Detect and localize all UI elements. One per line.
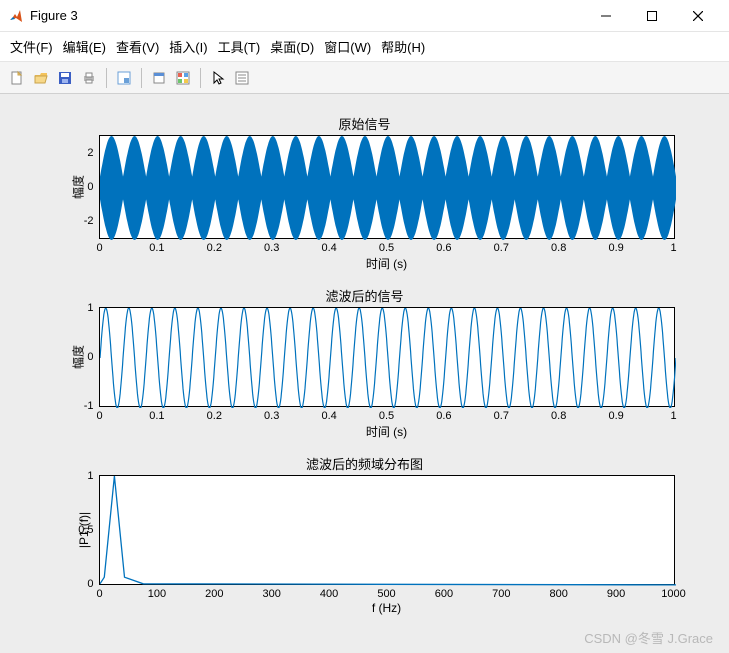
new-file-icon[interactable] (6, 67, 28, 89)
ytick: -1 (84, 400, 94, 412)
ytick: 0.5 (78, 524, 93, 536)
subplot-spectrum: 滤波后的频域分布图 |P1₁(f)| 1 0.5 0 0 100 200 300… (55, 454, 675, 615)
xtick: 300 (263, 588, 281, 600)
xtick: 0.9 (608, 410, 623, 422)
xtick: 0.1 (149, 242, 164, 254)
xtick: 0.3 (264, 410, 279, 422)
menu-help[interactable]: 帮助(H) (377, 35, 429, 58)
xtick: 0.2 (207, 242, 222, 254)
xtick: 0.5 (379, 410, 394, 422)
data-cursor-icon[interactable] (113, 67, 135, 89)
xtick: 1000 (661, 588, 685, 600)
chart-title: 原始信号 (55, 114, 675, 133)
window-title: Figure 3 (30, 8, 583, 23)
figure-area: 原始信号 幅度 2 0 -2 0 0.1 0.2 0.3 0.4 0.5 0.6… (0, 94, 729, 653)
y-axis-label: 幅度 (69, 345, 86, 369)
print-icon[interactable] (78, 67, 100, 89)
xtick: 0.6 (436, 242, 451, 254)
ytick: 0 (87, 351, 93, 363)
xtick: 800 (550, 588, 568, 600)
chart-canvas-spectrum[interactable] (100, 476, 676, 586)
minimize-button[interactable] (583, 0, 629, 32)
subplot-filtered-signal: 滤波后的信号 幅度 1 0 -1 0 0.1 0.2 0.3 0.4 0.5 0… (55, 286, 675, 440)
chart-canvas-filtered[interactable] (100, 308, 676, 408)
xtick: 0 (96, 242, 102, 254)
menu-file[interactable]: 文件(F) (6, 35, 57, 58)
xtick: 900 (607, 588, 625, 600)
menu-insert[interactable]: 插入(I) (165, 35, 211, 58)
open-icon[interactable] (30, 67, 52, 89)
maximize-button[interactable] (629, 0, 675, 32)
menu-edit[interactable]: 编辑(E) (59, 35, 110, 58)
xtick: 0.7 (494, 242, 509, 254)
xtick: 0.8 (551, 410, 566, 422)
xtick: 1 (670, 410, 676, 422)
ytick: 1 (87, 470, 93, 482)
menu-window[interactable]: 窗口(W) (320, 35, 375, 58)
x-axis-label: f (Hz) (99, 601, 675, 615)
chart-title: 滤波后的频域分布图 (55, 454, 675, 473)
menu-desktop[interactable]: 桌面(D) (266, 35, 318, 58)
xtick: 600 (435, 588, 453, 600)
xtick: 0.3 (264, 242, 279, 254)
ytick: 1 (87, 302, 93, 314)
menubar: 文件(F) 编辑(E) 查看(V) 插入(I) 工具(T) 桌面(D) 窗口(W… (0, 32, 729, 62)
xtick: 0.4 (321, 410, 336, 422)
colorbar-icon[interactable] (172, 67, 194, 89)
x-axis-label: 时间 (s) (99, 423, 675, 440)
xtick: 200 (205, 588, 223, 600)
xtick: 0.6 (436, 410, 451, 422)
xtick: 100 (148, 588, 166, 600)
chart-canvas-original[interactable] (100, 136, 676, 240)
ytick: -2 (84, 215, 94, 227)
save-icon[interactable] (54, 67, 76, 89)
toolbar (0, 62, 729, 94)
xtick: 1 (670, 242, 676, 254)
xtick: 0.5 (379, 242, 394, 254)
xtick: 0.1 (149, 410, 164, 422)
titlebar: Figure 3 (0, 0, 729, 32)
xtick: 500 (377, 588, 395, 600)
chart-title: 滤波后的信号 (55, 286, 675, 305)
link-icon[interactable] (148, 67, 170, 89)
menu-view[interactable]: 查看(V) (112, 35, 163, 58)
ytick: 2 (87, 147, 93, 159)
menu-tools[interactable]: 工具(T) (214, 35, 265, 58)
ytick: 0 (87, 181, 93, 193)
y-axis-label: 幅度 (69, 175, 86, 199)
subplot-original-signal: 原始信号 幅度 2 0 -2 0 0.1 0.2 0.3 0.4 0.5 0.6… (55, 114, 675, 272)
xtick: 700 (492, 588, 510, 600)
xtick: 0.4 (321, 242, 336, 254)
watermark: CSDN @冬雪 J.Grace (584, 628, 713, 647)
matlab-icon (8, 8, 24, 24)
close-button[interactable] (675, 0, 721, 32)
xtick: 0.8 (551, 242, 566, 254)
properties-icon[interactable] (231, 67, 253, 89)
x-axis-label: 时间 (s) (99, 255, 675, 272)
xtick: 0.9 (608, 242, 623, 254)
pointer-icon[interactable] (207, 67, 229, 89)
xtick: 0 (96, 410, 102, 422)
xtick: 0.2 (207, 410, 222, 422)
ytick: 0 (87, 578, 93, 590)
xtick: 400 (320, 588, 338, 600)
xtick: 0.7 (494, 410, 509, 422)
window-controls (583, 0, 721, 32)
xtick: 0 (96, 588, 102, 600)
